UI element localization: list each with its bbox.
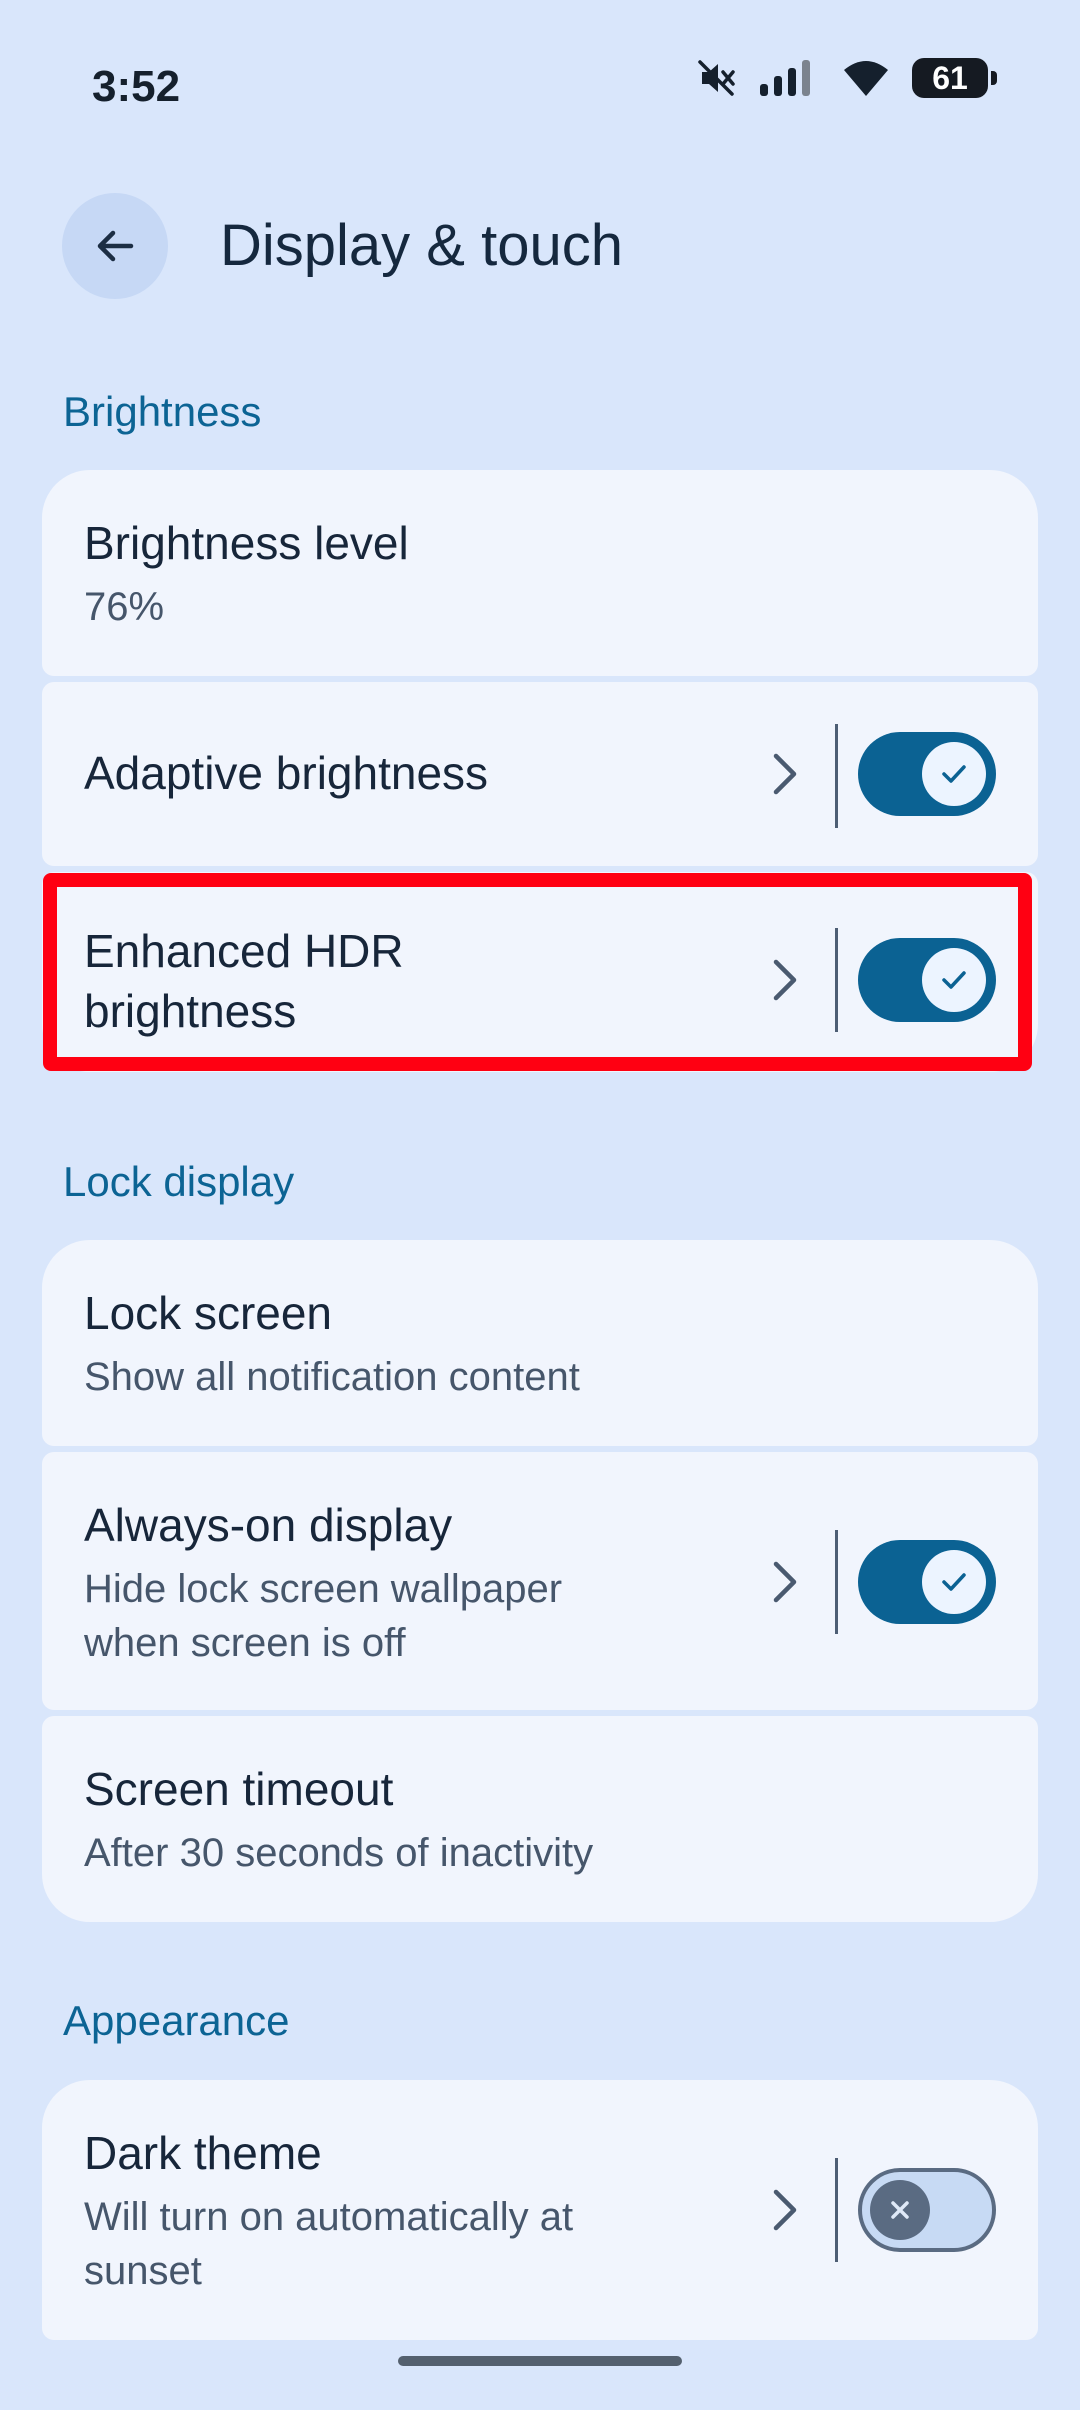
enhanced-hdr-title-line1: Enhanced HDR: [84, 925, 404, 977]
chevron-right-icon: [773, 1561, 797, 1603]
check-icon: [942, 765, 966, 783]
brightness-level-value: 76%: [84, 585, 165, 629]
dark-theme-title: Dark theme: [84, 2127, 322, 2179]
back-button[interactable]: [62, 193, 168, 299]
always-on-subtitle-line2: when screen is off: [84, 1621, 406, 1665]
section-header-appearance: Appearance: [63, 1997, 290, 2044]
close-icon: [891, 2201, 909, 2219]
divider: [835, 724, 838, 828]
lock-screen-subtitle: Show all notification content: [84, 1355, 580, 1399]
mute-icon: [698, 60, 735, 96]
dark-theme-toggle[interactable]: [858, 2168, 996, 2252]
lock-screen-title: Lock screen: [84, 1287, 333, 1339]
divider: [835, 2158, 838, 2262]
enhanced-hdr-toggle[interactable]: [858, 938, 996, 1022]
arrow-left-icon: [97, 230, 134, 262]
dark-theme-subtitle-line1: Will turn on automatically at: [84, 2195, 574, 2239]
divider: [835, 928, 838, 1032]
status-icons: 61: [696, 58, 997, 98]
check-icon: [942, 971, 966, 989]
always-on-title: Always-on display: [84, 1499, 453, 1551]
enhanced-hdr-title-line2: brightness: [84, 985, 297, 1037]
brightness-level-item[interactable]: Brightness level 76%: [42, 470, 1038, 676]
enhanced-hdr-item[interactable]: Enhanced HDR brightness: [42, 872, 1038, 1072]
screen-timeout-title: Screen timeout: [84, 1763, 394, 1815]
screen-timeout-subtitle: After 30 seconds of inactivity: [84, 1831, 594, 1875]
lock-screen-item[interactable]: Lock screen Show all notification conten…: [42, 1240, 1038, 1446]
always-on-subtitle-line1: Hide lock screen wallpaper: [84, 1567, 563, 1611]
home-indicator[interactable]: [398, 2356, 682, 2366]
brightness-level-title: Brightness level: [84, 517, 409, 569]
signal-icon: [760, 60, 810, 96]
chevron-right-icon: [773, 753, 797, 795]
toggle-knob: [922, 742, 986, 806]
check-icon: [942, 1573, 966, 1591]
adaptive-brightness-item[interactable]: Adaptive brightness: [42, 682, 1038, 866]
page-title: Display & touch: [220, 213, 623, 278]
dark-theme-item[interactable]: Dark theme Will turn on automatically at…: [42, 2080, 1038, 2340]
toggle-knob: [922, 948, 986, 1012]
chevron-right-icon: [773, 959, 797, 1001]
divider: [835, 1530, 838, 1634]
battery-level: 61: [932, 59, 968, 96]
battery-icon: 61: [912, 58, 997, 98]
section-header-brightness: Brightness: [63, 388, 262, 435]
toggle-knob: [870, 2180, 930, 2240]
dark-theme-subtitle-line2: sunset: [84, 2249, 202, 2293]
always-on-toggle[interactable]: [858, 1540, 996, 1624]
adaptive-brightness-toggle[interactable]: [858, 732, 996, 816]
screen-timeout-item[interactable]: Screen timeout After 30 seconds of inact…: [42, 1716, 1038, 1922]
adaptive-brightness-title: Adaptive brightness: [84, 747, 489, 799]
status-time: 3:52: [92, 62, 181, 111]
toggle-knob: [922, 1550, 986, 1614]
section-header-lock-display: Lock display: [63, 1158, 295, 1205]
always-on-display-item[interactable]: Always-on display Hide lock screen wallp…: [42, 1452, 1038, 1710]
chevron-right-icon: [773, 2189, 797, 2231]
wifi-icon: [844, 61, 888, 96]
